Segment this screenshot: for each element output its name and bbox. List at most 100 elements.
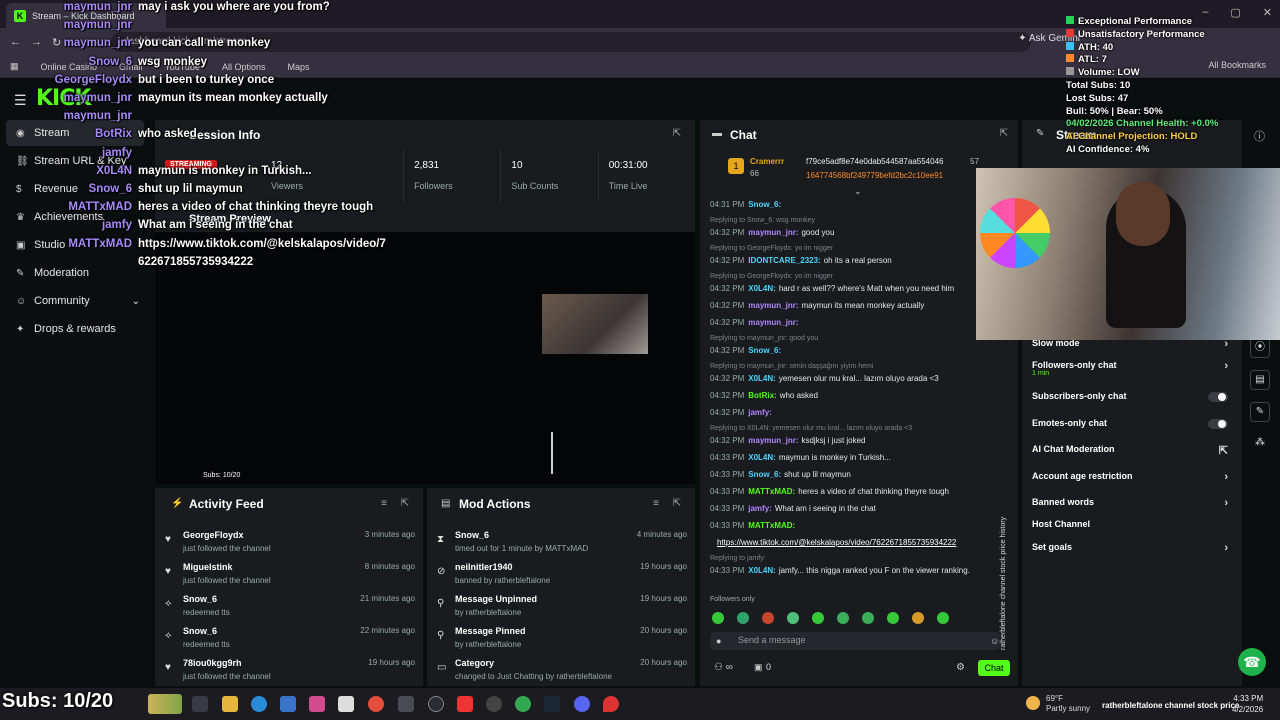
chat-message-input[interactable]: Send a message <box>710 632 1000 650</box>
chat-message[interactable]: 04:32 PM maymun_jnr: <box>710 318 1010 327</box>
system-clock[interactable]: 4:33 PM 4/2/2026 <box>1232 693 1263 715</box>
chat-username[interactable]: X0L4N: <box>748 374 776 383</box>
chat-username[interactable]: Snow_6: <box>748 200 781 209</box>
weather-widget[interactable]: 69°F Partly sunny <box>1046 694 1090 714</box>
setting-row[interactable]: AI Chat Moderation ⇱ <box>1032 444 1228 457</box>
popout-icon[interactable]: ⇱ <box>673 128 681 139</box>
steam-icon[interactable] <box>544 696 560 712</box>
emote-icon[interactable] <box>837 612 849 624</box>
setting-row[interactable]: Followers-only chat 1 min › <box>1032 360 1228 377</box>
emoji-icon[interactable]: ☺ <box>990 636 999 646</box>
emote-icon[interactable] <box>887 612 899 624</box>
chat-message[interactable]: 04:33 PM MATTxMAD: <box>710 521 1010 530</box>
setting-row[interactable]: Host Channel <box>1032 519 1228 529</box>
chat-settings-icon[interactable]: ⚙ <box>956 662 965 673</box>
emote-icon[interactable] <box>912 612 924 624</box>
chat-message[interactable]: 04:32 PM jamfy: <box>710 408 1010 417</box>
chat-message[interactable]: 04:32 PM maymun_jnr: ksdjksj i just joked <box>710 436 1010 445</box>
chat-username[interactable]: maymun_jnr: <box>748 301 798 310</box>
edge-icon[interactable] <box>251 696 267 712</box>
setting-row[interactable]: Subscribers-only chat <box>1032 391 1228 402</box>
chat-message[interactable]: 04:32 PM Snow_6: <box>710 346 1010 355</box>
chevron-right-icon[interactable]: › <box>1224 471 1228 483</box>
chat-message[interactable]: 04:33 PM MATTxMAD: heres a video of chat t… <box>710 487 1010 496</box>
chat-username[interactable]: MATTxMAD: <box>748 521 795 530</box>
toolbar-button-3[interactable]: ✎ <box>1250 402 1270 422</box>
store-icon[interactable] <box>280 696 296 712</box>
toggle-switch[interactable] <box>1208 392 1228 402</box>
emote-icon[interactable] <box>787 612 799 624</box>
points-icon[interactable]: ⚇ ∞ <box>714 662 733 673</box>
notepad-icon[interactable] <box>338 696 354 712</box>
chat-username[interactable]: IDONTCARE_2323: <box>748 256 820 265</box>
app-icon-4[interactable] <box>486 696 502 712</box>
task-view-icon[interactable] <box>192 696 208 712</box>
setting-row[interactable]: Banned words › <box>1032 497 1228 509</box>
popout-icon[interactable]: ⇱ <box>1000 128 1008 139</box>
chat-username[interactable]: maymun_jnr: <box>748 228 798 237</box>
emote-icon[interactable] <box>737 612 749 624</box>
chat-message[interactable]: 04:33 PM X0L4N: jamfy... this nigga ranked… <box>710 566 1010 575</box>
chat-username[interactable]: maymun_jnr: <box>748 436 798 445</box>
chat-message[interactable]: https://www.tiktok.com/@kelskalapos/vide… <box>710 538 1010 547</box>
popout-icon[interactable]: ⇱ <box>673 498 681 509</box>
chat-username[interactable]: Snow_6: <box>748 470 781 479</box>
maps-pin-icon[interactable] <box>603 696 619 712</box>
toolbar-button-1[interactable]: ⦿ <box>1250 338 1270 358</box>
chat-username[interactable]: maymun_jnr: <box>748 318 798 327</box>
chevron-right-icon[interactable]: › <box>1224 497 1228 509</box>
chrome-active-icon[interactable] <box>515 696 531 712</box>
chat-username[interactable]: jamfy: <box>748 408 772 417</box>
close-icon[interactable]: ✕ <box>1263 6 1272 19</box>
file-explorer-icon[interactable] <box>222 696 238 712</box>
chat-username[interactable]: X0L4N: <box>748 566 776 575</box>
external-link-icon[interactable]: ⇱ <box>1219 444 1228 457</box>
chat-message[interactable]: 04:32 PM maymun_jnr: maymun its mean monke… <box>710 301 1010 310</box>
chat-message[interactable]: 04:33 PM Snow_6: shut up lil maymun <box>710 470 1010 479</box>
chat-username[interactable]: Snow_6: <box>748 346 781 355</box>
gift-icon[interactable]: ▣ <box>754 662 763 673</box>
app-icon-3[interactable] <box>457 696 473 712</box>
info-icon[interactable]: ⓘ <box>1254 128 1265 144</box>
chevron-right-icon[interactable]: › <box>1224 542 1228 554</box>
app-icon[interactable] <box>309 696 325 712</box>
emote-icon[interactable] <box>937 612 949 624</box>
chevron-right-icon[interactable]: › <box>1224 360 1228 372</box>
toolbar-button-4[interactable]: ⁂ <box>1250 434 1270 454</box>
mic-icon[interactable]: ● <box>716 636 721 646</box>
sidebar-item-drops[interactable]: ✦ Drops & rewards <box>6 316 144 342</box>
setting-row[interactable]: Set goals › <box>1032 542 1228 554</box>
toggle-switch[interactable] <box>1208 419 1228 429</box>
setting-row[interactable]: Emotes-only chat <box>1032 418 1228 429</box>
setting-row[interactable]: Account age restriction › <box>1032 471 1228 483</box>
discord-icon[interactable] <box>574 696 590 712</box>
app-icon-2[interactable] <box>398 696 414 712</box>
emote-icon[interactable] <box>812 612 824 624</box>
popout-icon[interactable]: ⇱ <box>401 498 409 509</box>
emote-icon[interactable] <box>762 612 774 624</box>
chat-username[interactable]: jamfy: <box>748 504 772 513</box>
chat-username[interactable]: X0L4N: <box>748 284 776 293</box>
chat-send-button[interactable]: Chat <box>978 660 1010 676</box>
chat-message[interactable]: 04:32 PM BotRix: who asked <box>710 391 1010 400</box>
chat-message[interactable]: 04:32 PM X0L4N: yemesen olur mu kral... la… <box>710 374 1010 383</box>
chat-username[interactable]: MATTxMAD: <box>748 487 795 496</box>
sidebar-item-community[interactable]: ☺ Community ⌄ <box>6 288 144 314</box>
chat-message[interactable]: 04:32 PM X0L4N: hard r as well?? where's M… <box>710 284 1010 293</box>
support-chat-button[interactable]: ☎ <box>1238 648 1266 676</box>
chat-message[interactable]: 04:32 PM maymun_jnr: good you <box>710 228 1010 237</box>
obs-icon[interactable] <box>428 696 444 712</box>
filter-icon[interactable]: ≡ <box>653 498 659 509</box>
collapse-icon[interactable]: ⌄ <box>854 186 862 197</box>
chat-message[interactable]: 04:33 PM X0L4N: maymun is monkey in Turkis… <box>710 453 1010 462</box>
toolbar-button-2[interactable]: ▤ <box>1250 370 1270 390</box>
chat-username[interactable]: BotRix: <box>748 391 776 400</box>
emote-icon[interactable] <box>712 612 724 624</box>
chat-message[interactable]: 04:32 PM IDONTCARE_2323: oh its a real per… <box>710 256 1010 265</box>
chat-message[interactable]: 04:33 PM jamfy: What am i seeing in the ch… <box>710 504 1010 513</box>
filter-icon[interactable]: ≡ <box>381 498 387 509</box>
emote-icon[interactable] <box>862 612 874 624</box>
chat-message[interactable]: 04:31 PM Snow_6: <box>710 200 1010 209</box>
chrome-icon[interactable] <box>368 696 384 712</box>
chat-username[interactable]: X0L4N: <box>748 453 776 462</box>
